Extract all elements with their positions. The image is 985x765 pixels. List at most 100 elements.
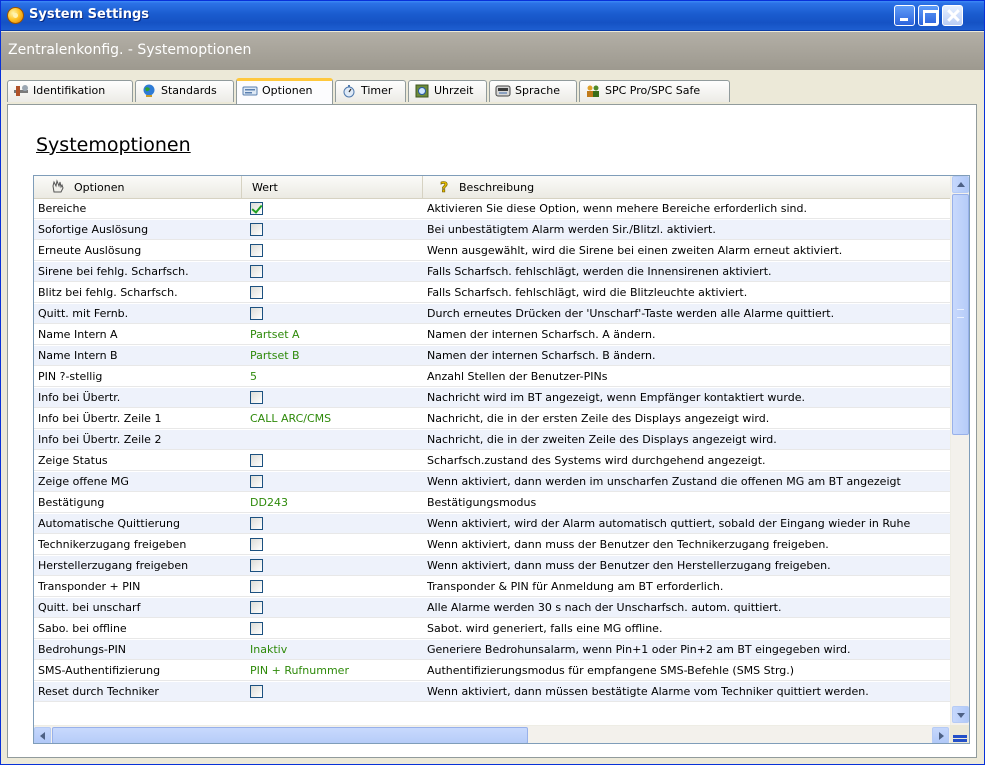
table-row[interactable]: Blitz bei fehlg. Scharfsch. Falls Scharfs…	[34, 283, 950, 303]
table-row[interactable]: Sirene bei fehlg. Scharfsch. Falls Scharf…	[34, 262, 950, 282]
close-button[interactable]	[942, 5, 963, 26]
option-name: Info bei Übertr.	[38, 391, 121, 404]
option-name: PIN ?-stellig	[38, 370, 103, 383]
option-value[interactable]: Partset B	[250, 346, 420, 366]
scroll-left-button[interactable]	[34, 727, 51, 743]
table-row[interactable]: Info bei Übertr. Zeile 1 CALL ARC/CMS Nach…	[34, 409, 950, 429]
table-row[interactable]: Erneute Auslösung Wenn ausgewählt, wird d…	[34, 241, 950, 261]
column-header-value[interactable]: Wert	[242, 176, 423, 198]
table-row[interactable]: Bestätigung DD243 Bestätigungsmodus	[34, 493, 950, 513]
option-checkbox[interactable]	[250, 517, 263, 530]
table-row[interactable]: Name Intern B Partset B Namen der internen…	[34, 346, 950, 366]
title-bar[interactable]: System Settings	[1, 1, 984, 31]
chevron-down-icon	[957, 713, 965, 718]
table-row[interactable]: Name Intern A Partset A Namen der internen…	[34, 325, 950, 345]
option-name: Technikerzugang freigeben	[38, 538, 187, 551]
resize-grip[interactable]	[950, 725, 969, 743]
option-name: Herstellerzugang freigeben	[38, 559, 189, 572]
option-description: Namen der internen Scharfsch. A ändern.	[427, 328, 656, 341]
option-checkbox[interactable]	[250, 622, 263, 635]
option-name: Quitt. bei unscharf	[38, 601, 141, 614]
table-row[interactable]: Sabo. bei offline Sabot. wird generiert, …	[34, 619, 950, 639]
option-value[interactable]: 5	[250, 367, 420, 387]
option-checkbox[interactable]	[250, 265, 263, 278]
option-checkbox[interactable]	[250, 307, 263, 320]
table-row[interactable]: Technikerzugang freigeben Wenn aktiviert,…	[34, 535, 950, 555]
option-value[interactable]: PIN + Rufnummer	[250, 661, 420, 681]
maximize-button[interactable]	[918, 5, 939, 26]
option-description: Wenn ausgewählt, wird die Sirene bei ein…	[427, 244, 843, 257]
table-row[interactable]: Transponder + PIN Transponder & PIN für A…	[34, 577, 950, 597]
tab-standards[interactable]: Standards	[135, 80, 234, 102]
table-row[interactable]: Reset durch Techniker Wenn aktiviert, dan…	[34, 682, 950, 702]
option-value[interactable]: Inaktiv	[250, 640, 420, 660]
option-description: Wenn aktiviert, dann werden im unscharfe…	[427, 475, 901, 488]
option-name: Zeige offene MG	[38, 475, 129, 488]
table-row[interactable]: Quitt. mit Fernb. Durch erneutes Drücken …	[34, 304, 950, 324]
option-description: Durch erneutes Drücken der 'Unscharf'-Ta…	[427, 307, 835, 320]
tab-timer[interactable]: Timer	[335, 80, 406, 102]
scroll-down-button[interactable]	[952, 706, 969, 723]
table-row[interactable]: Quitt. bei unscharf Alle Alarme werden 30…	[34, 598, 950, 618]
vertical-scroll-thumb[interactable]	[952, 194, 969, 435]
column-header-description[interactable]: ? Beschreibung	[423, 176, 950, 198]
section-header: Zentralenkonfig. - Systemoptionen	[1, 32, 984, 70]
option-checkbox[interactable]	[250, 685, 263, 698]
scroll-up-button[interactable]	[952, 176, 969, 193]
option-description: Wenn aktiviert, dann muss der Benutzer d…	[427, 538, 829, 551]
vertical-scrollbar[interactable]	[950, 176, 969, 725]
table-row[interactable]: Automatische Quittierung Wenn aktiviert, …	[34, 514, 950, 534]
option-name: Name Intern A	[38, 328, 118, 341]
tab-label: Uhrzeit	[434, 84, 474, 97]
option-checkbox[interactable]	[250, 475, 263, 488]
table-row[interactable]: Herstellerzugang freigeben Wenn aktiviert…	[34, 556, 950, 576]
app-icon	[7, 7, 24, 24]
option-checkbox[interactable]	[250, 244, 263, 257]
tab-sprache[interactable]: Sprache	[489, 80, 577, 102]
tab-label: Timer	[361, 84, 393, 97]
column-header-options[interactable]: Optionen	[34, 176, 242, 198]
table-row[interactable]: Bereiche Aktivieren Sie diese Option, wen…	[34, 199, 950, 219]
table-row[interactable]: PIN ?-stellig 5 Anzahl Stellen der Benutze…	[34, 367, 950, 387]
option-checkbox[interactable]	[250, 286, 263, 299]
tab-identifikation[interactable]: Identifikation	[7, 80, 133, 102]
option-checkbox[interactable]	[250, 454, 263, 467]
option-name: Bestätigung	[38, 496, 105, 509]
horizontal-scroll-thumb[interactable]	[52, 727, 528, 743]
tools-icon	[14, 85, 28, 96]
option-checkbox[interactable]	[250, 202, 263, 215]
option-description: Anzahl Stellen der Benutzer-PINs	[427, 370, 608, 383]
option-checkbox[interactable]	[250, 223, 263, 236]
table-row[interactable]: Info bei Übertr. Zeile 2 Nachricht, die i…	[34, 430, 950, 450]
option-checkbox[interactable]	[250, 559, 263, 572]
option-checkbox[interactable]	[250, 391, 263, 404]
table-row[interactable]: Info bei Übertr. Nachricht wird im BT ang…	[34, 388, 950, 408]
tab-label: Standards	[161, 84, 217, 97]
hand-icon	[52, 179, 64, 193]
scroll-right-button[interactable]	[932, 727, 949, 743]
tab-uhrzeit[interactable]: Uhrzeit	[408, 80, 487, 102]
table-row[interactable]: Bedrohungs-PIN Inaktiv Generiere Bedrohuns…	[34, 640, 950, 660]
column-header-label: Beschreibung	[459, 181, 535, 194]
table-row[interactable]: Zeige Status Scharfsch.zustand des System…	[34, 451, 950, 471]
option-checkbox[interactable]	[250, 580, 263, 593]
horizontal-scrollbar[interactable]	[34, 725, 950, 743]
option-name: Automatische Quittierung	[38, 517, 180, 530]
table-row[interactable]: Zeige offene MG Wenn aktiviert, dann werd…	[34, 472, 950, 492]
tab-optionen[interactable]: Optionen	[236, 78, 333, 104]
options-panel: Systemoptionen Optionen Wert ? Beschreib…	[7, 104, 977, 758]
minimize-button[interactable]	[894, 5, 915, 26]
option-description: Bestätigungsmodus	[427, 496, 537, 509]
table-row[interactable]: SMS-Authentifizierung PIN + Rufnummer Auth…	[34, 661, 950, 681]
tab-spc-pro[interactable]: SPC Pro/SPC Safe	[579, 80, 730, 102]
column-header-label: Wert	[252, 181, 278, 194]
chevron-left-icon	[40, 732, 45, 740]
option-value[interactable]: Partset A	[250, 325, 420, 345]
option-checkbox[interactable]	[250, 538, 263, 551]
table-row[interactable]: Sofortige Auslösung Bei unbestätigtem Ala…	[34, 220, 950, 240]
option-checkbox[interactable]	[250, 601, 263, 614]
option-value[interactable]	[250, 430, 420, 450]
option-value[interactable]: CALL ARC/CMS	[250, 409, 420, 429]
option-value[interactable]: DD243	[250, 493, 420, 513]
option-name: Bereiche	[38, 202, 87, 215]
